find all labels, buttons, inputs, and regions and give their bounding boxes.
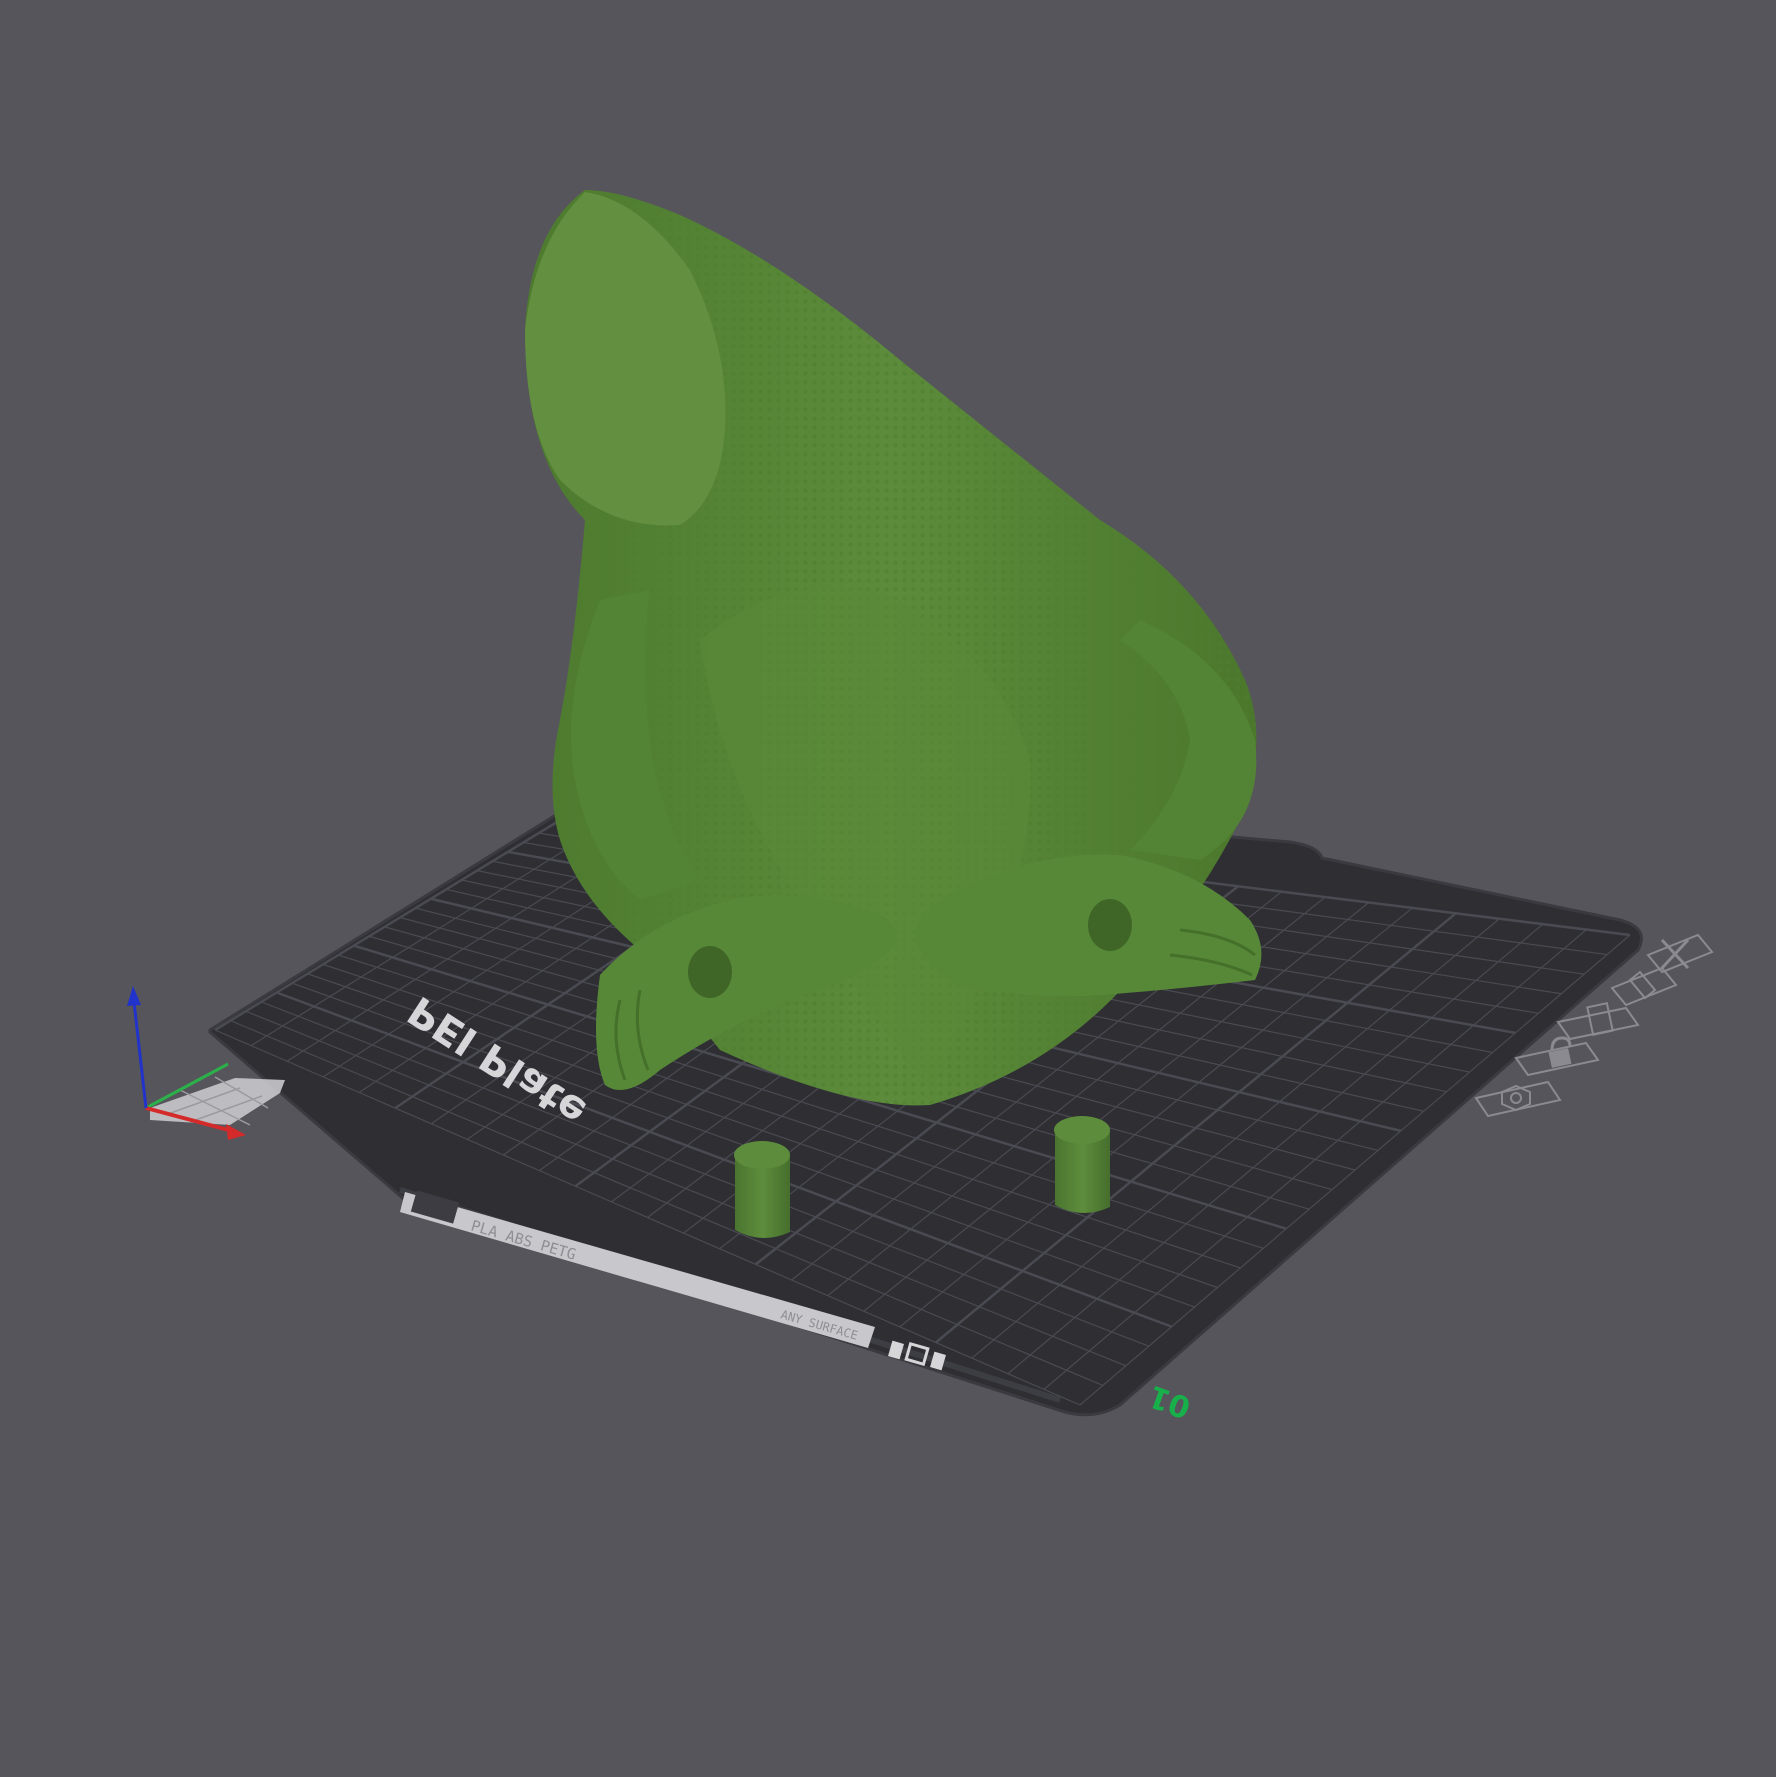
pin-left[interactable]: [734, 1141, 790, 1239]
plate-settings-icon[interactable]: [1474, 1080, 1562, 1118]
right-hand-hole: [1088, 899, 1132, 951]
viewport-canvas[interactable]: PEI Plate PLA ABS PETG ANY SURFACE 01: [0, 0, 1776, 1777]
z-axis: [132, 1001, 148, 1109]
z-axis-arrow: [127, 986, 141, 1006]
close-plate-icon[interactable]: [1646, 933, 1714, 974]
left-hand-hole: [688, 946, 732, 998]
x-axis-arrow: [226, 1124, 246, 1140]
pin-right[interactable]: [1054, 1116, 1110, 1214]
edit-plate-icon[interactable]: [1610, 966, 1678, 1007]
plate-number: 01: [1144, 1378, 1195, 1425]
3d-viewport[interactable]: PEI Plate PLA ABS PETG ANY SURFACE 01: [0, 0, 1776, 1777]
dinosaur-model[interactable]: [525, 190, 1262, 1106]
